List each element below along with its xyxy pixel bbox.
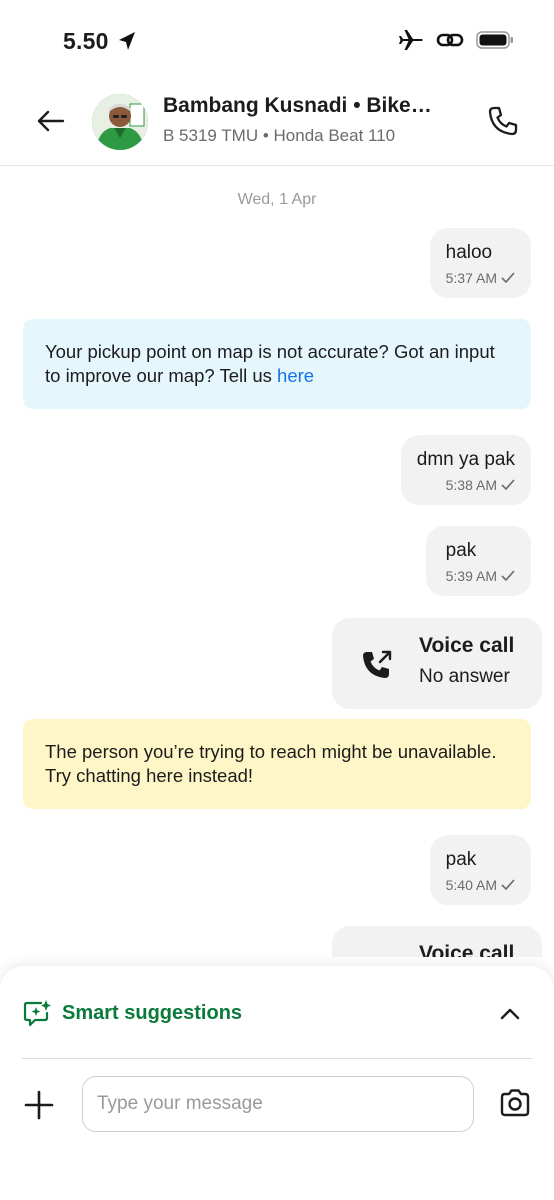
message-time: 5:39 AM bbox=[445, 568, 497, 584]
unavailable-card: The person you’re trying to reach might … bbox=[23, 719, 531, 809]
camera-button[interactable] bbox=[498, 1086, 532, 1120]
status-time: 5.50 bbox=[63, 28, 109, 54]
check-icon bbox=[501, 879, 515, 891]
message-meta: 5:39 AM bbox=[446, 568, 515, 584]
airplane-icon bbox=[399, 30, 423, 50]
voice-call-card[interactable]: Voice call bbox=[332, 926, 542, 957]
message-bubble[interactable]: pak 5:39 AM bbox=[425, 526, 531, 596]
status-icons bbox=[398, 28, 514, 52]
message-meta: 5:37 AM bbox=[446, 270, 515, 286]
phone-icon bbox=[488, 106, 518, 136]
battery-icon bbox=[476, 31, 513, 49]
phone-outgoing-icon bbox=[363, 650, 392, 678]
check-icon bbox=[501, 570, 515, 582]
voice-call-card[interactable]: Voice call No answer bbox=[332, 618, 542, 709]
phone-outgoing-icon bbox=[360, 956, 394, 957]
chat-header: Bambang Kusnadi • Bike… B 5319 TMU • Hon… bbox=[0, 80, 554, 166]
chat-area[interactable]: Wed, 1 Apr haloo 5:37 AM Your pickup poi… bbox=[0, 167, 554, 957]
message-bubble[interactable]: dmn ya pak 5:38 AM bbox=[400, 435, 531, 505]
message-text: haloo bbox=[445, 242, 493, 263]
call-button[interactable] bbox=[486, 104, 520, 138]
message-bubble[interactable]: haloo 5:37 AM bbox=[429, 228, 531, 298]
vehicle-info: B 5319 TMU • Honda Beat 110 bbox=[163, 126, 396, 145]
message-text: pak bbox=[445, 849, 477, 870]
message-meta: 5:38 AM bbox=[417, 477, 515, 493]
plus-icon bbox=[24, 1090, 54, 1120]
voice-call-title: Voice call bbox=[419, 634, 515, 657]
map-feedback-card: Your pickup point on map is not accurate… bbox=[23, 319, 531, 409]
arrow-left-icon bbox=[37, 110, 65, 132]
sparkle-chat-icon bbox=[23, 1000, 51, 1027]
camera-icon bbox=[500, 1089, 530, 1117]
add-attachment-button[interactable] bbox=[22, 1088, 56, 1122]
message-bubble[interactable]: pak 5:40 AM bbox=[429, 835, 531, 905]
message-time: 5:40 AM bbox=[445, 877, 497, 893]
avatar[interactable] bbox=[92, 94, 148, 150]
message-input[interactable] bbox=[82, 1076, 474, 1132]
contact-name[interactable]: Bambang Kusnadi • Bike… bbox=[163, 94, 432, 118]
voice-call-title: Voice call bbox=[419, 942, 515, 957]
message-time: 5:38 AM bbox=[445, 477, 497, 493]
check-icon bbox=[501, 479, 515, 491]
check-icon bbox=[501, 272, 515, 284]
smart-suggestions-label: Smart suggestions bbox=[62, 1002, 243, 1024]
driver-photo bbox=[92, 94, 148, 150]
divider bbox=[22, 1058, 532, 1059]
map-feedback-text: Your pickup point on map is not accurate… bbox=[45, 341, 495, 386]
message-meta: 5:40 AM bbox=[446, 877, 515, 893]
message-text: dmn ya pak bbox=[416, 449, 515, 470]
status-bar: 5.50 bbox=[0, 0, 554, 80]
message-text: pak bbox=[445, 540, 477, 561]
link-icon bbox=[436, 33, 464, 47]
date-separator: Wed, 1 Apr bbox=[237, 191, 317, 208]
unavailable-text: The person you’re trying to reach might … bbox=[45, 741, 497, 786]
voice-call-status: No answer bbox=[419, 666, 510, 687]
location-arrow-icon bbox=[119, 32, 135, 50]
message-time: 5:37 AM bbox=[445, 270, 497, 286]
back-button[interactable] bbox=[32, 103, 68, 139]
map-feedback-link[interactable]: here bbox=[277, 365, 314, 386]
chevron-up-icon[interactable] bbox=[498, 1002, 522, 1026]
composer-sheet: Smart suggestions bbox=[0, 966, 554, 1200]
smart-suggestions-toggle[interactable]: Smart suggestions bbox=[22, 996, 532, 1032]
